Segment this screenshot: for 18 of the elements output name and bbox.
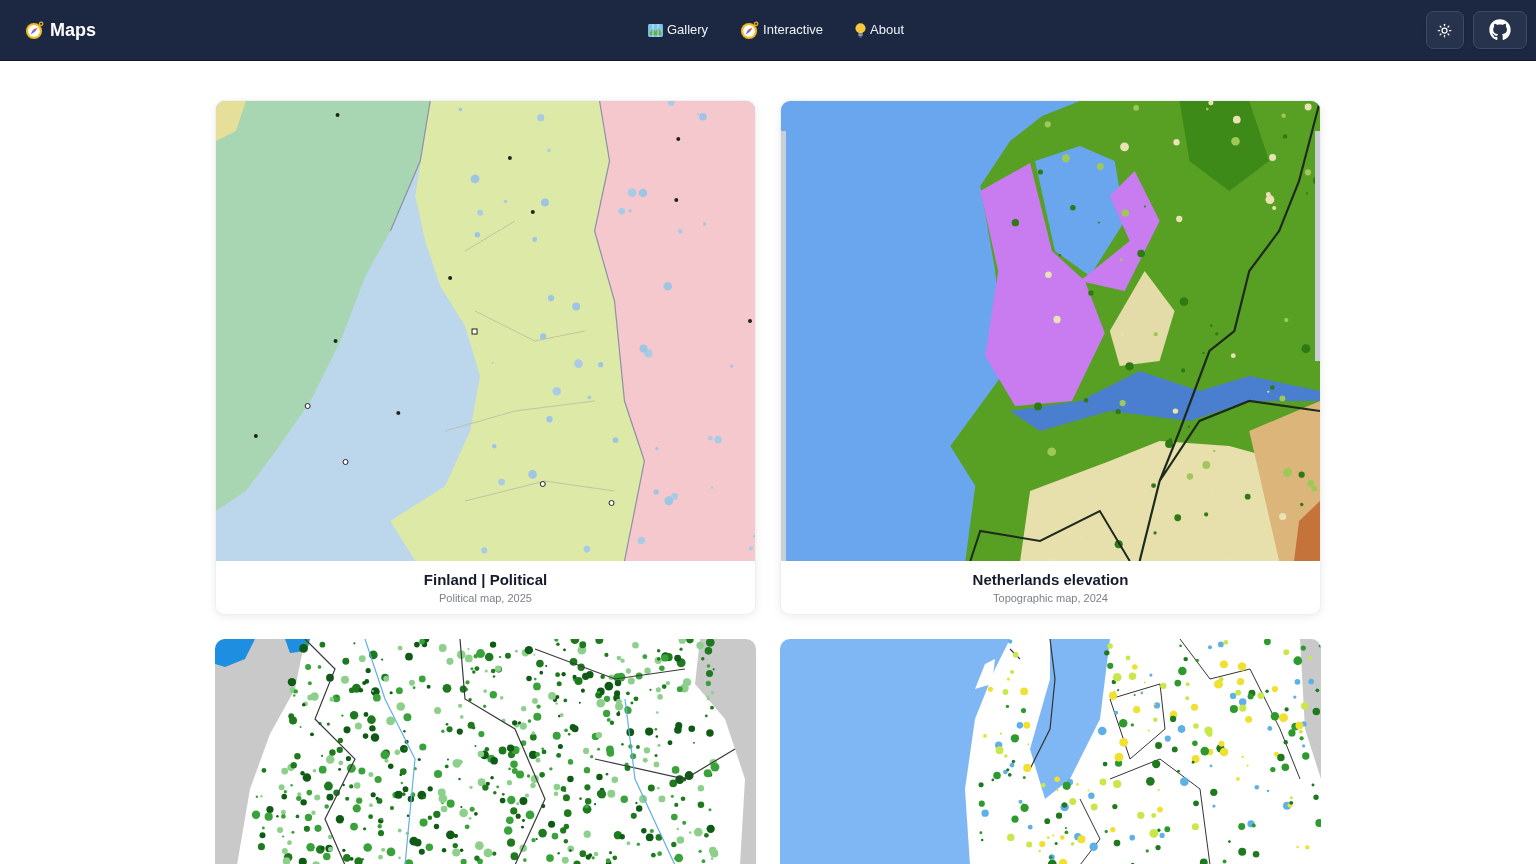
light-bulb-icon [855, 22, 867, 38]
card-subtitle: Topographic map, 2024 [993, 590, 1108, 606]
map-card[interactable]: Finland | Political Political map, 2025 [215, 100, 756, 615]
compass-icon [740, 20, 760, 40]
nav-link[interactable]: About [855, 20, 905, 40]
map-card[interactable]: Netherlands elevation Topographic map, 2024 [780, 100, 1321, 615]
github-icon [1489, 19, 1511, 41]
card-title: Finland | Political [423, 569, 548, 589]
compass-icon [25, 20, 44, 40]
theme-toggle-button[interactable] [1426, 11, 1464, 49]
home-link[interactable]: Maps [25, 16, 96, 44]
card-title: Netherlands elevation [972, 569, 1129, 589]
github-button[interactable] [1473, 11, 1527, 49]
nav-link[interactable]: Gallery [647, 20, 709, 40]
card-subtitle: Political map, 2025 [439, 590, 532, 606]
nav-link[interactable]: Interactive [740, 20, 824, 40]
map-icon [647, 23, 663, 37]
sun-icon [1437, 22, 1453, 38]
